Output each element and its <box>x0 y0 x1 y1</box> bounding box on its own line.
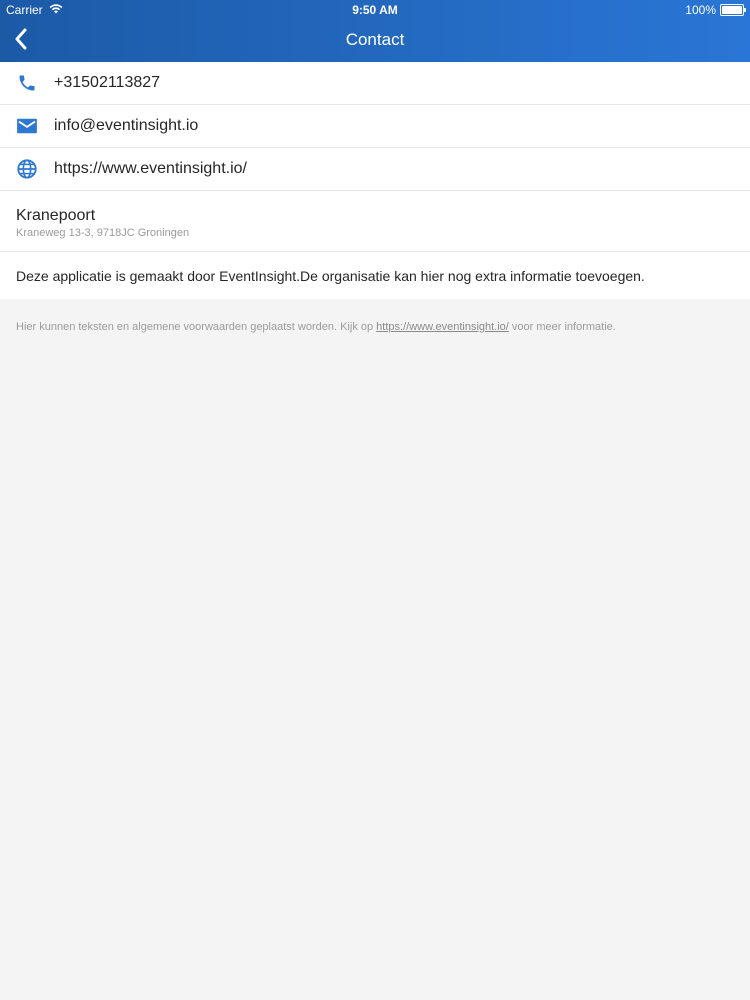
email-row[interactable]: info@eventinsight.io <box>0 105 750 148</box>
address-line: Kraneweg 13-3, 9718JC Groningen <box>16 227 190 239</box>
email-address: info@eventinsight.io <box>54 117 199 134</box>
status-bar: Carrier 9:50 AM 100% <box>0 0 750 20</box>
battery-percent: 100% <box>685 3 716 17</box>
address-name: Kranepoort <box>16 207 96 224</box>
phone-icon <box>16 72 38 94</box>
app-header: Carrier 9:50 AM 100% Contact <box>0 0 750 62</box>
contact-card: +31502113827 info@eventinsight.io https:… <box>0 62 750 299</box>
terms-note-suffix: voor meer informatie. <box>508 321 616 333</box>
organisation-description: Deze applicatie is gemaakt door EventIns… <box>16 268 645 284</box>
battery-icon <box>720 4 746 16</box>
status-battery: 100% <box>685 3 746 17</box>
address-block[interactable]: Kranepoort Kraneweg 13-3, 9718JC Groning… <box>0 191 750 252</box>
nav-bar: Contact <box>0 20 750 62</box>
phone-row[interactable]: +31502113827 <box>0 62 750 105</box>
phone-number: +31502113827 <box>54 74 161 91</box>
website-url: https://www.eventinsight.io/ <box>54 160 247 177</box>
email-icon <box>16 115 38 137</box>
terms-note-prefix: Hier kunnen teksten en algemene voorwaar… <box>16 321 377 333</box>
terms-note: Hier kunnen teksten en algemene voorwaar… <box>16 321 616 333</box>
globe-icon <box>16 158 38 180</box>
page-title: Contact <box>345 30 405 49</box>
status-time: 9:50 AM <box>352 3 398 17</box>
website-row[interactable]: https://www.eventinsight.io/ <box>0 148 750 191</box>
terms-link[interactable]: https://www.eventinsight.io/ <box>376 321 509 333</box>
